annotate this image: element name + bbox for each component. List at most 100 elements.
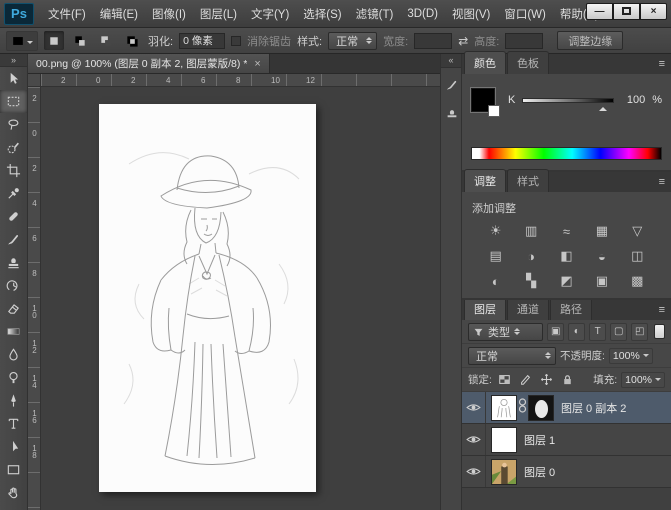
adj-curves-icon[interactable]: ≈	[549, 221, 584, 241]
style-dropdown[interactable]: 正常	[328, 32, 377, 50]
fill-value[interactable]: 100%	[621, 372, 665, 388]
close-button[interactable]: ×	[640, 3, 667, 20]
tab-paths[interactable]: 路径	[550, 300, 592, 320]
antialias-checkbox[interactable]	[231, 36, 241, 46]
width-input[interactable]	[414, 33, 452, 49]
menu-type[interactable]: 文字(Y)	[244, 6, 296, 22]
intersect-selection-button[interactable]	[122, 31, 142, 50]
layer-thumbnail[interactable]	[491, 427, 517, 453]
tool-preset-dropdown[interactable]	[6, 31, 38, 51]
brush-panel-icon[interactable]	[441, 73, 462, 97]
lasso-tool[interactable]	[0, 113, 27, 136]
tab-channels[interactable]: 通道	[507, 300, 549, 320]
filter-adjustment-layers-button[interactable]: ◐	[568, 323, 585, 341]
lock-image-button[interactable]	[517, 372, 534, 388]
filter-smart-objects-button[interactable]: ◰	[631, 323, 648, 341]
eyedropper-tool[interactable]	[0, 182, 27, 205]
panel-menu-icon[interactable]: ≡	[659, 304, 665, 316]
collapse-tools-icon[interactable]: »	[0, 54, 27, 67]
dodge-tool[interactable]	[0, 366, 27, 389]
adj-photo-filter-icon[interactable]: ◒	[584, 246, 619, 266]
new-selection-button[interactable]	[44, 31, 64, 50]
layer-thumbnail[interactable]	[491, 459, 517, 485]
adj-channel-mixer-icon[interactable]: ◫	[620, 246, 655, 266]
blur-tool[interactable]	[0, 343, 27, 366]
menu-image[interactable]: 图像(I)	[145, 6, 193, 22]
layer-row[interactable]: 图层 0	[462, 456, 671, 488]
adj-selective-color-icon[interactable]: ▣	[584, 271, 619, 291]
eraser-tool[interactable]	[0, 297, 27, 320]
tab-swatches[interactable]: 色板	[507, 51, 549, 74]
menu-layer[interactable]: 图层(L)	[193, 6, 244, 22]
foreground-color-swatch[interactable]	[471, 88, 495, 112]
adj-exposure-icon[interactable]: ▦	[584, 221, 619, 241]
refine-edge-button[interactable]: 调整边缘	[557, 31, 623, 50]
subtract-from-selection-button[interactable]	[96, 31, 116, 50]
clone-source-panel-icon[interactable]	[441, 102, 462, 126]
adj-vibrance-icon[interactable]: ▽	[620, 221, 655, 241]
tab-adjustments[interactable]: 调整	[464, 169, 506, 192]
layer-filter-dropdown[interactable]: 类型	[468, 323, 543, 341]
ruler-origin-corner[interactable]	[28, 74, 41, 87]
pen-tool[interactable]	[0, 389, 27, 412]
expand-dock-icon[interactable]: «	[441, 54, 461, 68]
k-slider[interactable]	[522, 98, 614, 103]
document-tab[interactable]: 00.png @ 100% (图层 0 副本 2, 图层蒙版/8) * ×	[28, 54, 270, 73]
menu-select[interactable]: 选择(S)	[296, 6, 348, 22]
swap-dimensions-icon[interactable]: ⇄	[458, 34, 468, 48]
lock-position-button[interactable]	[538, 372, 555, 388]
height-input[interactable]	[505, 33, 543, 49]
history-brush-tool[interactable]	[0, 274, 27, 297]
menu-edit[interactable]: 编辑(E)	[93, 6, 145, 22]
layer-name[interactable]: 图层 1	[524, 432, 555, 448]
panel-menu-icon[interactable]: ≡	[659, 176, 665, 188]
menu-file[interactable]: 文件(F)	[41, 6, 93, 22]
menu-window[interactable]: 窗口(W)	[497, 6, 553, 22]
feather-input[interactable]	[179, 33, 225, 49]
layer-row[interactable]: 图层 1	[462, 424, 671, 456]
minimize-button[interactable]: —	[586, 3, 613, 20]
k-slider-handle[interactable]	[599, 103, 607, 111]
menu-view[interactable]: 视图(V)	[445, 6, 497, 22]
photoshop-logo[interactable]: Ps	[4, 3, 34, 25]
adj-color-balance-icon[interactable]: ◑	[513, 246, 548, 266]
layer-row[interactable]: 图层 0 副本 2	[462, 392, 671, 424]
rectangular-marquee-tool[interactable]	[0, 90, 27, 113]
clone-stamp-tool[interactable]	[0, 251, 27, 274]
k-value[interactable]: 100	[621, 94, 645, 106]
layer-mask-thumbnail[interactable]	[528, 395, 554, 421]
adj-brightness-contrast-icon[interactable]: ☀	[478, 221, 513, 241]
add-to-selection-button[interactable]	[70, 31, 90, 50]
adj-gradient-map-icon[interactable]: ▩	[620, 271, 655, 291]
spot-healing-brush-tool[interactable]	[0, 205, 27, 228]
tab-close-icon[interactable]: ×	[254, 58, 260, 70]
mask-link-icon[interactable]	[518, 395, 527, 420]
document-canvas[interactable]	[99, 104, 316, 492]
quick-selection-tool[interactable]	[0, 136, 27, 159]
filter-pixel-layers-button[interactable]: ▣	[547, 323, 564, 341]
visibility-toggle[interactable]	[462, 424, 486, 455]
color-ramp[interactable]	[471, 147, 662, 160]
lock-transparency-button[interactable]	[496, 372, 513, 388]
brush-tool[interactable]	[0, 228, 27, 251]
maximize-button[interactable]	[613, 3, 640, 20]
pasteboard[interactable]	[41, 87, 440, 510]
layer-thumbnail[interactable]	[491, 395, 517, 421]
hand-tool[interactable]	[0, 481, 27, 504]
blend-mode-dropdown[interactable]: 正常	[468, 347, 556, 365]
filter-type-layers-button[interactable]: T	[589, 323, 606, 341]
move-tool[interactable]	[0, 67, 27, 90]
layer-name[interactable]: 图层 0 副本 2	[561, 400, 626, 416]
filter-shape-layers-button[interactable]: ▢	[610, 323, 627, 341]
gradient-tool[interactable]	[0, 320, 27, 343]
visibility-toggle[interactable]	[462, 456, 486, 487]
adj-black-white-icon[interactable]: ◧	[549, 246, 584, 266]
path-selection-tool[interactable]	[0, 435, 27, 458]
menu-3d[interactable]: 3D(D)	[400, 8, 445, 20]
menu-filter[interactable]: 滤镜(T)	[349, 6, 401, 22]
adj-invert-icon[interactable]: ◐	[478, 271, 513, 291]
adj-posterize-icon[interactable]: ▚	[513, 271, 548, 291]
horizontal-type-tool[interactable]	[0, 412, 27, 435]
panel-menu-icon[interactable]: ≡	[659, 58, 665, 70]
tab-layers[interactable]: 图层	[464, 300, 506, 320]
